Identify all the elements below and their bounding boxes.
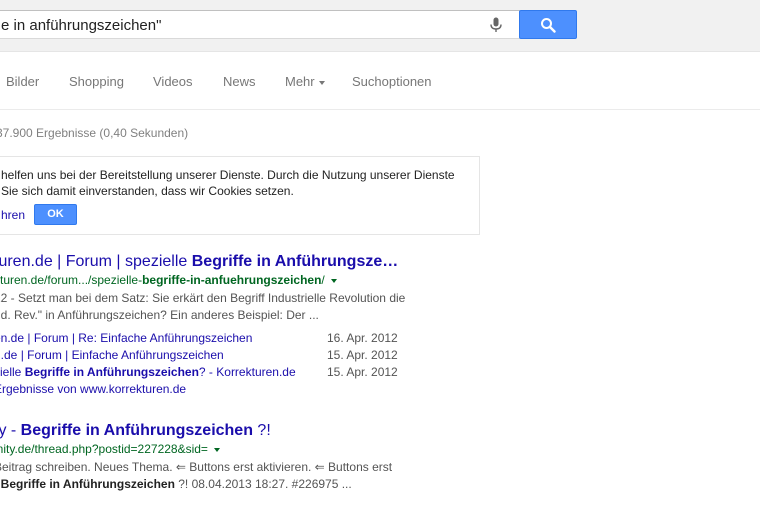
sitelink-tail: ? - Korrekturen.de <box>198 365 296 379</box>
cookie-text-line2: Sie sich damit einverstanden, dass wir C… <box>1 184 294 198</box>
search-tabs: Bilder Shopping Videos News Mehr Suchopt… <box>0 52 760 110</box>
cookie-text-line1: helfen uns bei der Bereitstellung unsere… <box>1 168 455 182</box>
cookie-notice: helfen uns bei der Bereitstellung unsere… <box>0 156 480 235</box>
result-title-link[interactable]: turen.de | Forum | spezielle Begriffe in… <box>0 253 398 271</box>
result-title-highlight: Begriffe in Anführungszeichen <box>20 422 253 439</box>
result-url: kturen.de/forum.../spezielle-begriffe-in… <box>0 273 337 287</box>
search-query-text: e in anführungszeichen" <box>1 17 162 34</box>
result-snippet-line2: . Begriffe in Anführungszeichen ?! 08.04… <box>0 477 352 491</box>
result-title-text: ty - <box>0 422 17 439</box>
chevron-down-icon <box>318 80 325 85</box>
result-title-tail: ?! <box>252 422 271 439</box>
result-snippet-line1: Beitrag schreiben. Neues Thema. ⇐ Button… <box>0 460 393 474</box>
result-url-highlight: begriffe-in-anfuehrungszeichen <box>142 273 322 287</box>
tab-videos[interactable]: Videos <box>153 74 193 89</box>
tab-news[interactable]: News <box>223 74 256 89</box>
result-snippet-line2: nd. Rev." in Anführungszeichen? Ein ande… <box>0 308 319 322</box>
sitelink-text: n.de | Forum | Einfache Anführungszeiche… <box>0 348 224 362</box>
tab-mehr-label: Mehr <box>285 74 315 89</box>
tab-bilder[interactable]: Bilder <box>6 74 39 89</box>
snippet-highlight: Begriffe in Anführungszeichen <box>0 477 175 491</box>
search-input[interactable]: e in anführungszeichen" <box>0 10 520 39</box>
result-url-text: inity.de/thread.php?postid=227228&sid= <box>0 442 208 456</box>
sitelink-text: en.de | Forum | Re: Einfache Anführungsz… <box>0 331 253 345</box>
result-stats: 37.900 Ergebnisse (0,40 Sekunden) <box>0 126 189 140</box>
sitelink[interactable]: en.de | Forum | Re: Einfache Anführungsz… <box>0 331 252 345</box>
tab-mehr[interactable]: Mehr <box>285 74 325 89</box>
sitelink[interactable]: n.de | Forum | Einfache Anführungszeiche… <box>0 348 224 362</box>
search-button[interactable] <box>519 10 577 39</box>
result-snippet-line1: 12 - Setzt man bei dem Satz: Sie erkärt … <box>0 291 406 305</box>
result-url-text: kturen.de/forum.../spezielle- <box>0 273 143 287</box>
tab-suchoptionen[interactable]: Suchoptionen <box>352 74 432 89</box>
tab-shopping[interactable]: Shopping <box>69 74 124 89</box>
result-url-tail: / <box>321 273 325 287</box>
dropdown-arrow-icon[interactable] <box>213 447 220 452</box>
snippet-tail: ?! 08.04.2013 18:27. #226975 ... <box>174 477 352 491</box>
result-title-link[interactable]: ty - Begriffe in Anführungszeichen ?! <box>0 422 271 440</box>
sitelink-date: 16. Apr. 2012 <box>327 331 398 345</box>
cookie-learn-more-link[interactable]: hren <box>1 208 25 222</box>
sitelink[interactable]: zielle Begriffe in Anführungszeichen? - … <box>0 365 296 379</box>
result-title-highlight: Begriffe in Anführungsze… <box>191 253 399 270</box>
sitelink-text: zielle <box>0 365 22 379</box>
result-url: inity.de/thread.php?postid=227228&sid= <box>0 442 220 456</box>
microphone-icon[interactable] <box>487 16 505 34</box>
search-icon <box>541 18 556 33</box>
result-title-text: turen.de | Forum | spezielle <box>0 253 192 270</box>
cookie-ok-button[interactable]: OK <box>34 204 77 225</box>
sitelink-date: 15. Apr. 2012 <box>327 348 398 362</box>
search-header: e in anführungszeichen" <box>0 0 760 52</box>
sitelink-date: 15. Apr. 2012 <box>327 365 398 379</box>
dropdown-arrow-icon[interactable] <box>330 278 337 283</box>
more-results-link[interactable]: Ergebnisse von www.korrekturen.de <box>0 382 186 396</box>
sitelink-highlight: Begriffe in Anführungszeichen <box>24 365 199 379</box>
